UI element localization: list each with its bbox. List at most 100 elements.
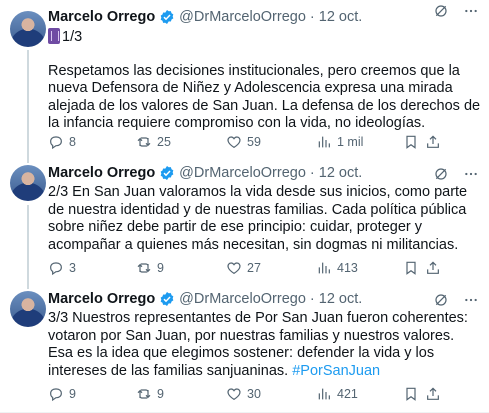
more-icon[interactable] <box>463 292 479 308</box>
heart-icon <box>227 136 241 149</box>
verified-badge-icon <box>160 10 174 24</box>
views-icon <box>318 136 330 148</box>
share-icon <box>427 135 439 148</box>
tweet[interactable]: Marcelo Orrego @DrMarceloOrrego · 12 oct… <box>0 283 489 413</box>
more-icon[interactable] <box>463 166 479 182</box>
bookmark-button[interactable] <box>403 260 424 276</box>
reply-icon <box>50 136 62 150</box>
author-handle[interactable]: @DrMarceloOrrego <box>179 165 306 181</box>
tweet-paragraph: Respetamos las decisiones institucionale… <box>48 62 481 132</box>
hashtag-link[interactable]: #PorSanJuan <box>292 363 380 379</box>
views-button[interactable]: 413 <box>316 260 358 276</box>
thread-index: 1/3 <box>62 29 83 45</box>
share-button[interactable] <box>425 386 446 402</box>
separator-dot: · <box>309 165 315 181</box>
verified-badge-icon <box>160 166 174 180</box>
grok-icon[interactable] <box>433 3 449 19</box>
share-button[interactable] <box>425 260 446 276</box>
tweet-header-actions <box>433 3 479 19</box>
grok-icon[interactable] <box>433 292 449 308</box>
bookmark-button[interactable] <box>403 134 424 150</box>
retweet-icon <box>137 263 151 273</box>
like-count: 30 <box>247 387 261 401</box>
heart-icon <box>227 388 241 401</box>
author-name[interactable]: Marcelo Orrego <box>48 291 155 307</box>
tweet-date[interactable]: 12 oct. <box>319 165 363 181</box>
reply-button[interactable]: 3 <box>48 260 76 276</box>
views-button[interactable]: 1 mil <box>316 134 363 150</box>
avatar[interactable] <box>10 291 46 327</box>
views-icon <box>318 262 330 274</box>
retweet-button[interactable]: 25 <box>136 134 171 150</box>
views-count: 413 <box>337 261 358 275</box>
reply-count: 3 <box>69 261 76 275</box>
like-button[interactable]: 30 <box>226 386 261 402</box>
views-icon <box>318 388 330 400</box>
separator-dot: · <box>309 9 315 25</box>
author-name[interactable]: Marcelo Orrego <box>48 9 155 25</box>
views-count: 1 mil <box>337 135 364 149</box>
tweet-date[interactable]: 12 oct. <box>319 9 363 25</box>
tweet-paragraph: 3/3 Nuestros representantes de Por San J… <box>48 310 468 379</box>
tweet[interactable]: Marcelo Orrego @DrMarceloOrrego · 12 oct… <box>0 157 489 283</box>
tweet-actions: 3 9 27 413 <box>48 258 481 278</box>
views-count: 421 <box>337 387 358 401</box>
tweet-header: Marcelo Orrego @DrMarceloOrrego · 12 oct… <box>48 7 481 27</box>
author-handle[interactable]: @DrMarceloOrrego <box>179 291 306 307</box>
share-icon <box>427 387 439 400</box>
tweet-paragraph: 2/3 En San Juan valoramos la vida desde … <box>48 184 468 253</box>
author-name[interactable]: Marcelo Orrego <box>48 165 155 181</box>
more-icon[interactable] <box>463 3 479 19</box>
retweet-icon <box>137 389 151 399</box>
bookmark-icon <box>406 135 416 149</box>
tweet-text: 3/3 Nuestros representantes de Por San J… <box>48 310 481 380</box>
tweet-date[interactable]: 12 oct. <box>319 291 363 307</box>
bookmark-icon <box>406 387 416 401</box>
tweet-header-actions <box>433 166 479 182</box>
purple-box-emoji-icon <box>48 28 60 44</box>
like-count: 27 <box>247 261 261 275</box>
like-count: 59 <box>247 135 261 149</box>
avatar[interactable] <box>10 11 46 47</box>
thread-connector-line <box>27 157 29 163</box>
tweet-actions: 8 25 59 1 mil <box>48 132 481 152</box>
retweet-count: 9 <box>157 387 164 401</box>
retweet-icon <box>137 137 151 147</box>
share-icon <box>427 261 439 274</box>
thread-connector-line <box>27 50 29 157</box>
separator-dot: · <box>309 291 315 307</box>
reply-icon <box>50 388 62 402</box>
thread-connector-line <box>27 283 29 289</box>
heart-icon <box>227 262 241 275</box>
like-button[interactable]: 59 <box>226 134 261 150</box>
reply-button[interactable]: 8 <box>48 134 76 150</box>
avatar[interactable] <box>10 165 46 201</box>
bookmark-button[interactable] <box>403 386 424 402</box>
reply-count: 8 <box>69 135 76 149</box>
tweet-text: 1/3 Respetamos las decisiones institucio… <box>48 28 481 133</box>
bookmark-icon <box>406 261 416 275</box>
tweet-content: Marcelo Orrego @DrMarceloOrrego · 12 oct… <box>48 7 481 133</box>
grok-icon[interactable] <box>433 166 449 182</box>
tweet-content: Marcelo Orrego @DrMarceloOrrego · 12 oct… <box>48 289 481 380</box>
retweet-button[interactable]: 9 <box>136 386 164 402</box>
retweet-count: 25 <box>157 135 171 149</box>
retweet-button[interactable]: 9 <box>136 260 164 276</box>
reply-button[interactable]: 9 <box>48 386 76 402</box>
tweet-actions: 9 9 30 421 <box>48 384 481 404</box>
verified-badge-icon <box>160 292 174 306</box>
tweet-content: Marcelo Orrego @DrMarceloOrrego · 12 oct… <box>48 163 481 254</box>
thread-connector-line <box>27 205 29 283</box>
tweet-header-actions <box>433 292 479 308</box>
retweet-count: 9 <box>157 261 164 275</box>
tweet-header: Marcelo Orrego @DrMarceloOrrego · 12 oct… <box>48 163 481 183</box>
like-button[interactable]: 27 <box>226 260 261 276</box>
tweet-text: 2/3 En San Juan valoramos la vida desde … <box>48 184 481 254</box>
share-button[interactable] <box>425 134 446 150</box>
reply-icon <box>50 262 62 276</box>
tweet[interactable]: Marcelo Orrego @DrMarceloOrrego · 12 oct… <box>0 0 489 157</box>
reply-count: 9 <box>69 387 76 401</box>
author-handle[interactable]: @DrMarceloOrrego <box>179 9 306 25</box>
views-button[interactable]: 421 <box>316 386 358 402</box>
tweet-header: Marcelo Orrego @DrMarceloOrrego · 12 oct… <box>48 289 481 309</box>
